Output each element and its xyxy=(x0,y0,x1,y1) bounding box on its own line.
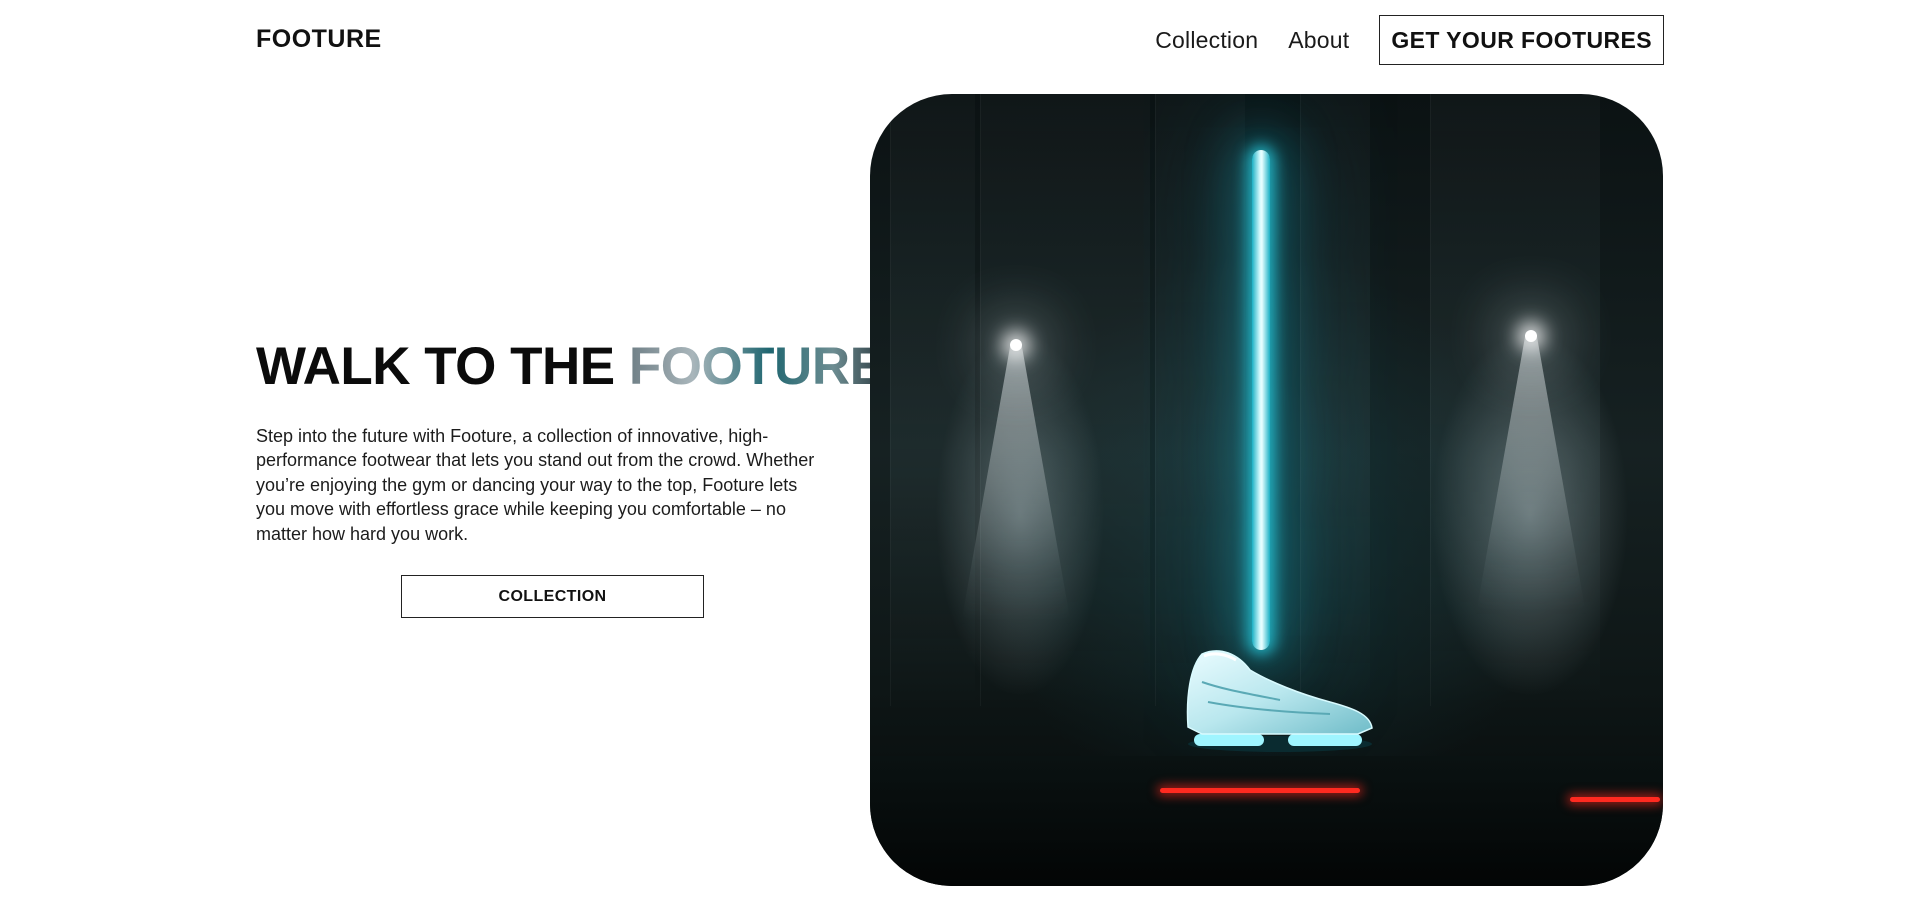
hero-title-plain: WALK TO THE xyxy=(256,337,629,396)
main-nav: Collection About GET YOUR FOOTURES xyxy=(1155,15,1664,65)
hero-description: Step into the future with Footure, a col… xyxy=(256,426,815,544)
wet-floor xyxy=(870,756,1663,886)
red-corner-light xyxy=(1570,797,1660,802)
wall-panel-left xyxy=(890,94,975,706)
neon-light-tube xyxy=(1252,150,1270,650)
landing-page: FOOTURE Collection About GET YOUR FOOTUR… xyxy=(0,0,1909,919)
red-floor-light xyxy=(1160,788,1360,793)
wall-panel-center-right xyxy=(1300,94,1370,706)
nav-link-about[interactable]: About xyxy=(1288,27,1349,54)
left-lamp xyxy=(1010,339,1022,351)
wall-panel-center xyxy=(1155,94,1245,706)
hero-title: WALK TO THE FOOTURE xyxy=(256,336,885,397)
brand-logo[interactable]: FOOTURE xyxy=(256,25,382,54)
right-lamp xyxy=(1525,330,1537,342)
get-your-footures-button[interactable]: GET YOUR FOOTURES xyxy=(1379,15,1664,65)
collection-button[interactable]: COLLECTION xyxy=(401,575,704,618)
hero-title-accent: FOOTURE xyxy=(628,337,885,396)
hero-image xyxy=(870,94,1663,886)
nav-link-collection[interactable]: Collection xyxy=(1155,27,1258,54)
glowing-sneaker xyxy=(1186,650,1373,752)
